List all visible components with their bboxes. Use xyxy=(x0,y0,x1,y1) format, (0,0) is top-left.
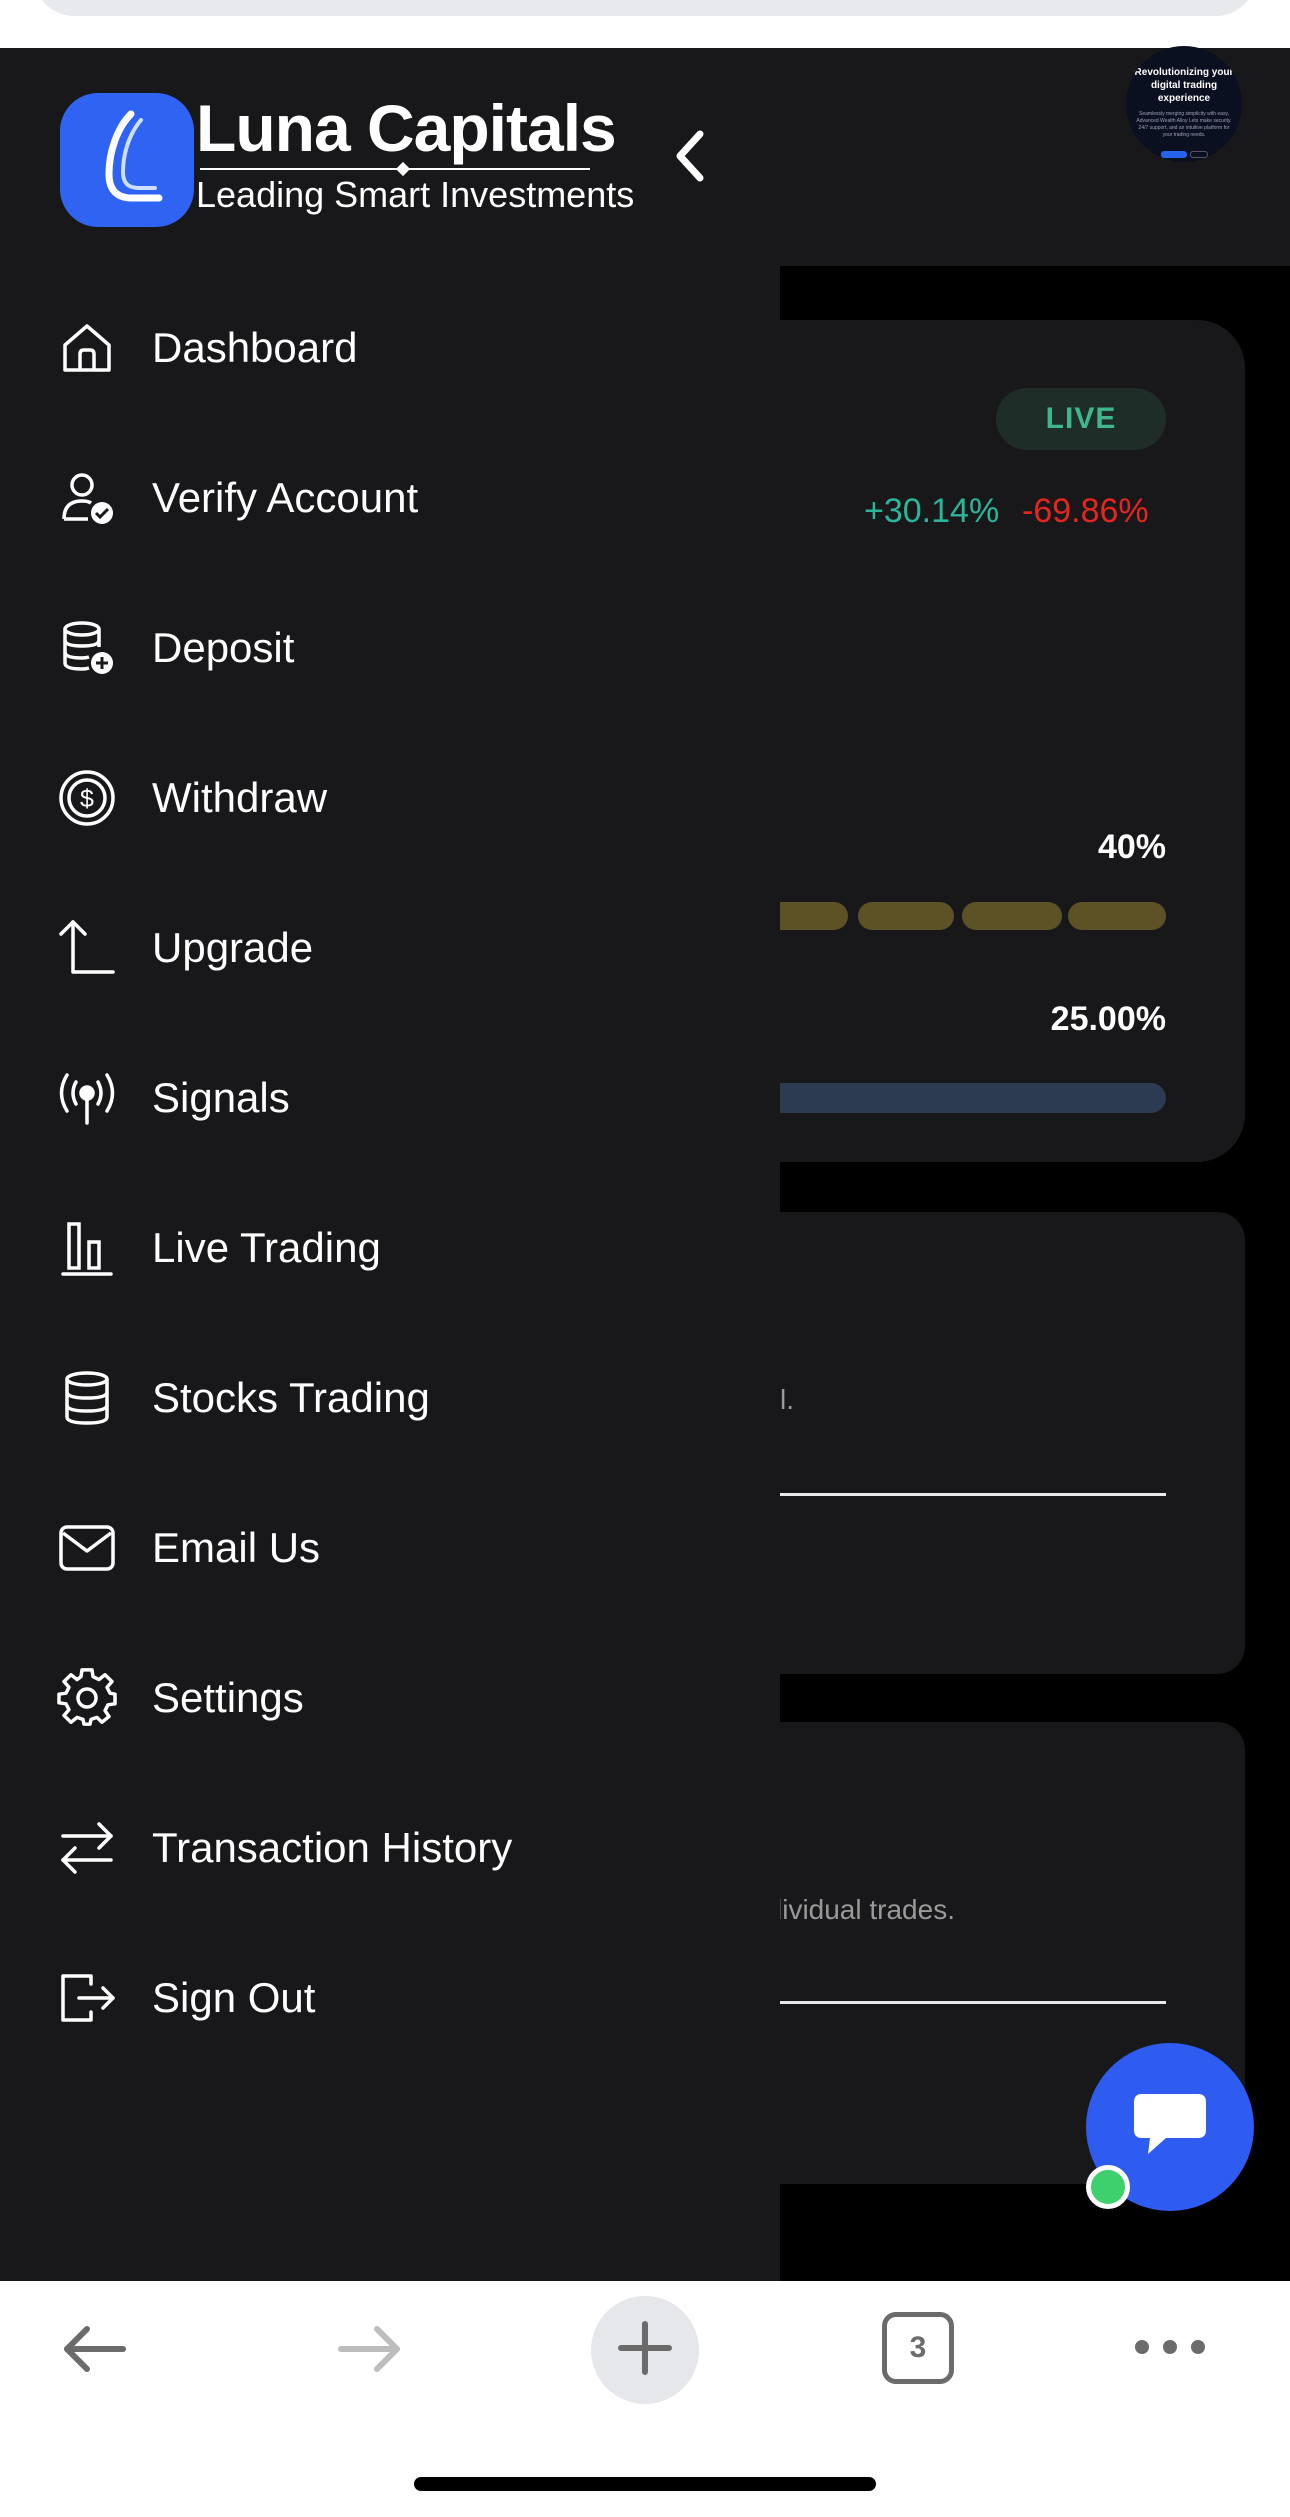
sidebar-item-label: Email Us xyxy=(152,1524,321,1571)
sidebar-item-label: Sign Out xyxy=(152,1974,316,2021)
close-drawer-button[interactable] xyxy=(664,126,716,190)
svg-text:$: $ xyxy=(80,785,94,813)
brand-tagline: Leading Smart Investments xyxy=(196,174,635,215)
sidebar-item-live-trading[interactable]: Live Trading xyxy=(56,1203,716,1293)
url-bar[interactable] xyxy=(34,0,1256,16)
sidebar-item-label: Deposit xyxy=(152,624,295,671)
sidebar-item-label: Live Trading xyxy=(152,1224,381,1271)
back-button[interactable] xyxy=(58,2315,130,2387)
dollar-circle-icon: $ xyxy=(56,767,118,829)
mail-icon xyxy=(56,1517,118,1579)
sidebar-item-upgrade[interactable]: Upgrade xyxy=(56,903,716,993)
online-status-dot xyxy=(1086,2165,1130,2209)
chevron-left-icon xyxy=(672,128,708,189)
tab-count: 3 xyxy=(909,2331,927,2364)
new-tab-button[interactable] xyxy=(591,2296,699,2404)
arrow-left-icon xyxy=(59,2324,129,2379)
promo-text: Seamlessly merging simplicity with easy,… xyxy=(1136,111,1232,138)
progress-segment xyxy=(1068,902,1166,930)
sidebar-item-label: Stocks Trading xyxy=(152,1374,430,1421)
plus-icon xyxy=(617,2320,673,2381)
info-card xyxy=(700,1212,1245,1674)
percent-up: +30.14% xyxy=(864,492,1000,530)
arrow-right-icon xyxy=(335,2324,405,2379)
more-dots-icon xyxy=(1134,2339,1206,2360)
sidebar-item-label: Dashboard xyxy=(152,324,358,371)
sidebar-item-sign-out[interactable]: Sign Out xyxy=(56,1953,716,2043)
progress-label-2: 25.00% xyxy=(1050,1000,1166,1038)
sidebar-item-label: Withdraw xyxy=(152,774,328,821)
progress-segment xyxy=(858,902,954,930)
info-card-text: l. xyxy=(780,1384,794,1415)
progress-segment xyxy=(962,902,1062,930)
percent-down: -69.86% xyxy=(1022,492,1149,530)
arrow-up-corner-icon xyxy=(56,917,118,979)
broadcast-icon xyxy=(56,1067,118,1129)
sidebar-item-dashboard[interactable]: Dashboard xyxy=(56,303,716,393)
sidebar-item-label: Signals xyxy=(152,1074,290,1121)
tabs-button[interactable]: 3 xyxy=(882,2312,954,2384)
home-indicator xyxy=(414,2477,876,2491)
sidebar-item-deposit[interactable]: Deposit xyxy=(56,603,716,693)
logout-icon xyxy=(56,1967,118,2029)
sidebar-item-label: Transaction History xyxy=(152,1824,513,1871)
progress-label-1: 40% xyxy=(1097,828,1166,866)
swap-arrows-icon xyxy=(56,1817,118,1879)
live-badge: LIVE xyxy=(996,388,1166,450)
forward-button[interactable] xyxy=(334,2315,406,2387)
sidebar-item-label: Verify Account xyxy=(152,474,419,521)
sidebar-item-transaction-history[interactable]: Transaction History xyxy=(56,1803,716,1893)
sidebar-item-label: Settings xyxy=(152,1674,304,1721)
brand-name: Luna Capitals xyxy=(196,91,617,165)
sidebar-item-signals[interactable]: Signals xyxy=(56,1053,716,1143)
chat-bubble-icon xyxy=(1130,2090,1210,2165)
more-menu-button[interactable] xyxy=(1130,2331,1210,2367)
sidebar-item-withdraw[interactable]: $ Withdraw xyxy=(56,753,716,843)
user-check-icon xyxy=(56,467,118,529)
browser-top-bar xyxy=(0,0,1290,48)
coins-plus-icon xyxy=(56,617,118,679)
gear-icon xyxy=(56,1667,118,1729)
info-card-text: lividual trades. xyxy=(776,1894,955,1925)
sidebar-item-email-us[interactable]: Email Us xyxy=(56,1503,716,1593)
database-icon xyxy=(56,1367,118,1429)
sidebar-item-settings[interactable]: Settings xyxy=(56,1653,716,1743)
logo-icon xyxy=(60,93,194,227)
sidebar-item-stocks-trading[interactable]: Stocks Trading xyxy=(56,1353,716,1443)
bar-chart-icon xyxy=(56,1217,118,1279)
sidebar-item-verify-account[interactable]: Verify Account xyxy=(56,453,716,543)
sidebar-item-label: Upgrade xyxy=(152,924,314,971)
home-icon xyxy=(56,317,118,379)
promo-avatar[interactable]: Revolutionizing your digital trading exp… xyxy=(1126,46,1242,162)
